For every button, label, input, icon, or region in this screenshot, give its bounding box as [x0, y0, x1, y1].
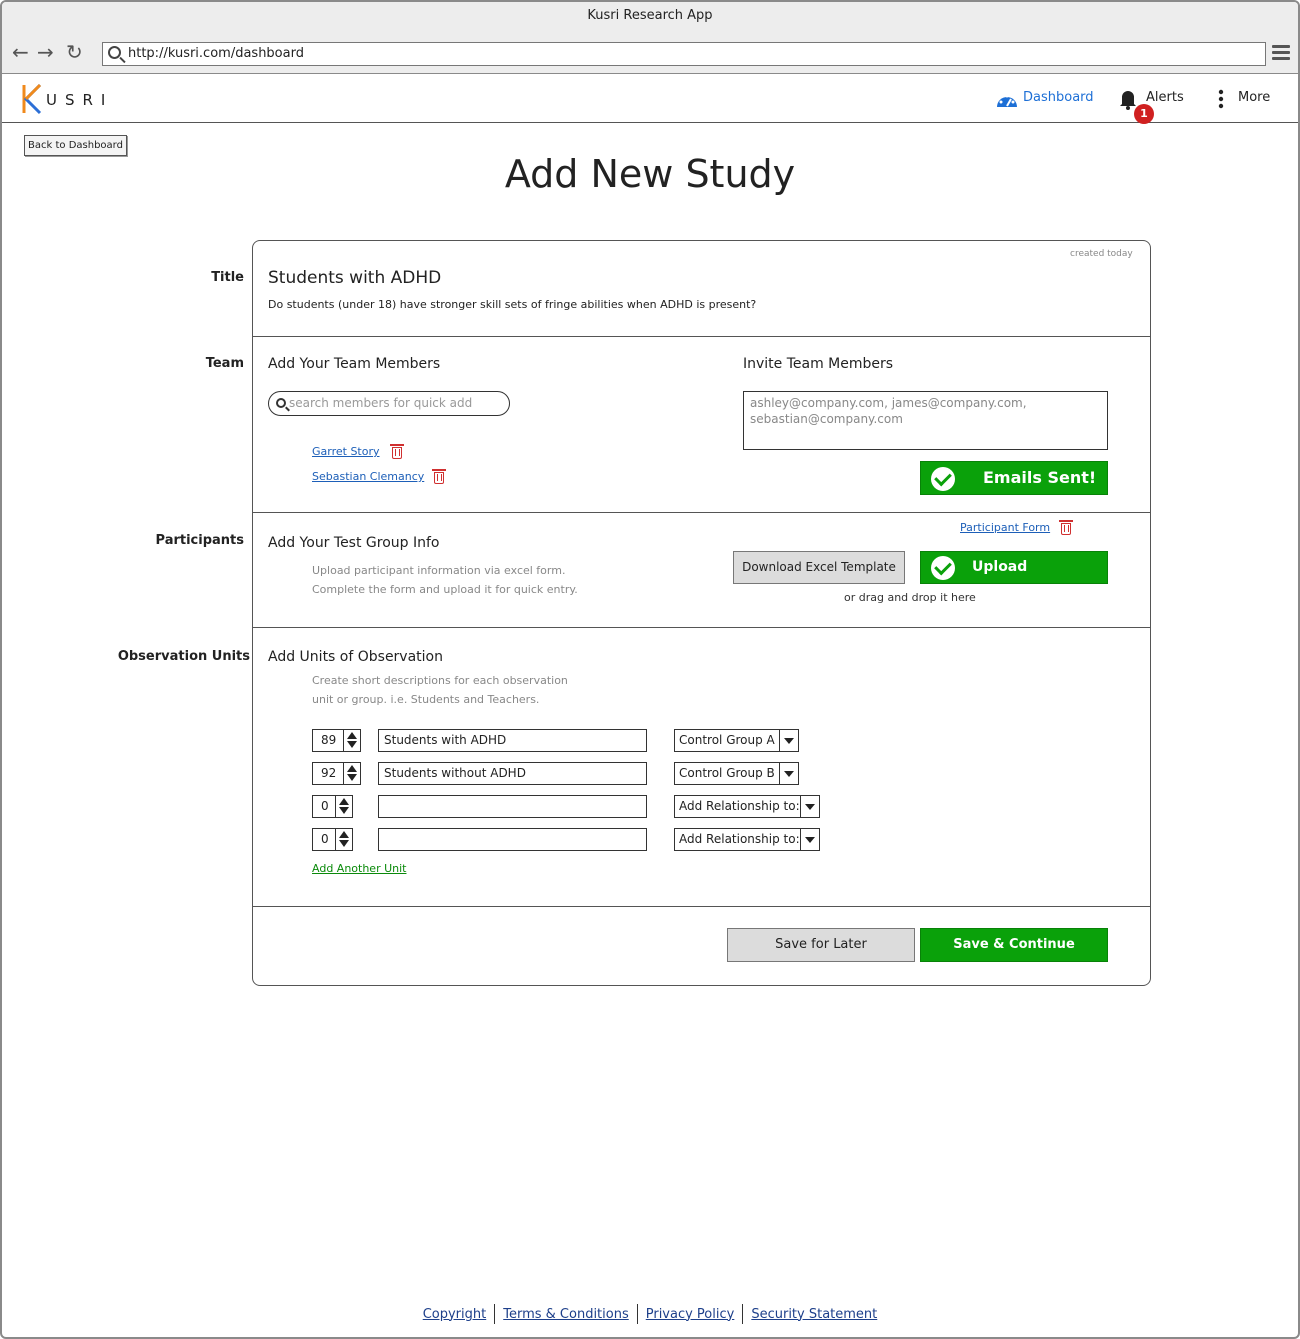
- save-continue-button[interactable]: Save & Continue: [920, 928, 1108, 962]
- relationship-value: Add Relationship to:: [679, 832, 800, 846]
- unit-count-stepper[interactable]: 92: [312, 762, 361, 785]
- relationship-value: Add Relationship to:: [679, 799, 800, 813]
- check-circle-icon: [931, 467, 955, 491]
- emails-sent-label: Emails Sent!: [983, 468, 1097, 487]
- relationship-value: Control Group B: [679, 766, 775, 780]
- url-bar[interactable]: http://kusri.com/dashboard: [102, 42, 1266, 66]
- study-question[interactable]: Do students (under 18) have stronger ski…: [268, 298, 756, 311]
- dashboard-gauge-icon: [997, 94, 1017, 107]
- unit-count-stepper[interactable]: 89: [312, 729, 361, 752]
- nav-more[interactable]: More: [1217, 89, 1271, 109]
- row-label-observation-units: Observation Units: [117, 649, 250, 664]
- more-vertical-icon: [1218, 89, 1224, 109]
- browser-window: Kusri Research App ← → ↻ http://kusri.co…: [0, 0, 1300, 1339]
- participants-help-1: Upload participant information via excel…: [312, 564, 566, 577]
- search-icon: [108, 46, 121, 59]
- unit-count-value: 89: [321, 733, 337, 747]
- delete-trash-icon[interactable]: [390, 444, 404, 459]
- logo-text: USRI: [46, 91, 114, 109]
- unit-count-stepper[interactable]: 0: [312, 795, 353, 818]
- member-search-input[interactable]: search members for quick add: [268, 391, 510, 416]
- logo-mark-icon: [22, 83, 42, 115]
- row-label-team: Team: [205, 356, 244, 371]
- chevron-down-icon: [779, 730, 798, 751]
- stepper-arrows-icon[interactable]: [335, 829, 352, 850]
- footer-link-privacy[interactable]: Privacy Policy: [638, 1307, 743, 1322]
- nav-more-label: More: [1238, 90, 1271, 105]
- browser-toolbar: ← → ↻ http://kusri.com/dashboard: [2, 32, 1298, 74]
- drag-drop-hint: or drag and drop it here: [844, 591, 976, 604]
- row-label-participants: Participants: [155, 533, 244, 548]
- page-title: Add New Study: [504, 152, 796, 196]
- bell-icon: [1120, 91, 1136, 110]
- url-text: http://kusri.com/dashboard: [128, 46, 304, 61]
- created-date: created today: [1070, 249, 1133, 259]
- chevron-down-icon: [779, 763, 798, 784]
- divider: [253, 906, 1150, 907]
- stepper-arrows-icon[interactable]: [343, 763, 360, 784]
- relationship-value: Control Group A: [679, 733, 775, 747]
- relationship-select[interactable]: Add Relationship to:: [674, 828, 820, 851]
- invite-emails-textarea[interactable]: ashley@company.com, james@company.com, s…: [743, 391, 1108, 450]
- app-header: USRI Dashboard 1 Alerts More: [2, 75, 1298, 124]
- back-arrow-icon[interactable]: ←: [12, 42, 29, 62]
- divider: [253, 627, 1150, 628]
- team-member-link[interactable]: Garret Story: [312, 445, 380, 458]
- unit-name-input[interactable]: [378, 795, 647, 818]
- unit-count-stepper[interactable]: 0: [312, 828, 353, 851]
- chevron-down-icon: [800, 829, 819, 850]
- nav-alerts-label: Alerts: [1146, 90, 1184, 105]
- delete-trash-icon[interactable]: [1059, 520, 1073, 535]
- nav-dashboard-label: Dashboard: [1023, 90, 1094, 105]
- divider: [253, 336, 1150, 337]
- chevron-down-icon: [800, 796, 819, 817]
- check-circle-icon: [931, 556, 955, 580]
- footer-link-security[interactable]: Security Statement: [743, 1307, 885, 1322]
- nav-alerts[interactable]: 1 Alerts: [1118, 90, 1184, 124]
- row-label-title: Title: [211, 270, 244, 285]
- forward-arrow-icon[interactable]: →: [37, 42, 54, 62]
- relationship-select[interactable]: Add Relationship to:: [674, 795, 820, 818]
- add-another-unit-link[interactable]: Add Another Unit: [312, 862, 406, 875]
- footer-link-terms[interactable]: Terms & Conditions: [495, 1307, 637, 1322]
- observation-help-1: Create short descriptions for each obser…: [312, 674, 568, 687]
- browser-menu-icon[interactable]: [1272, 45, 1290, 61]
- participant-form-link[interactable]: Participant Form: [960, 521, 1050, 534]
- invite-team-heading: Invite Team Members: [743, 356, 894, 372]
- upload-completed-button[interactable]: Upload Completed!: [920, 551, 1108, 606]
- emails-sent-button[interactable]: Emails Sent!: [920, 461, 1108, 495]
- reload-icon[interactable]: ↻: [66, 42, 83, 62]
- observation-help-2: unit or group. i.e. Students and Teacher…: [312, 693, 540, 706]
- kusri-logo[interactable]: USRI: [20, 83, 130, 115]
- unit-name-input[interactable]: Students without ADHD: [378, 762, 647, 785]
- participants-help-2: Complete the form and upload it for quic…: [312, 583, 578, 596]
- stepper-arrows-icon[interactable]: [343, 730, 360, 751]
- relationship-select[interactable]: Control Group A: [674, 729, 799, 752]
- observation-heading: Add Units of Observation: [268, 649, 443, 665]
- save-for-later-button[interactable]: Save for Later: [727, 928, 915, 962]
- unit-name-input[interactable]: Students with ADHD: [378, 729, 647, 752]
- footer-link-copyright[interactable]: Copyright: [415, 1307, 495, 1322]
- alerts-count-badge: 1: [1134, 104, 1154, 124]
- unit-count-value: 92: [321, 766, 337, 780]
- search-icon: [276, 398, 286, 408]
- divider: [253, 512, 1150, 513]
- member-search-placeholder: search members for quick add: [289, 396, 473, 410]
- stepper-arrows-icon[interactable]: [335, 796, 352, 817]
- unit-count-value: 0: [321, 832, 329, 846]
- window-title: Kusri Research App: [587, 8, 713, 23]
- study-title[interactable]: Students with ADHD: [268, 268, 441, 288]
- delete-trash-icon[interactable]: [432, 469, 446, 484]
- window-titlebar: Kusri Research App: [2, 2, 1298, 32]
- upload-completed-label: Upload Completed!: [972, 559, 1064, 606]
- add-team-heading: Add Your Team Members: [268, 356, 441, 372]
- unit-count-value: 0: [321, 799, 329, 813]
- unit-name-input[interactable]: [378, 828, 647, 851]
- team-member-link[interactable]: Sebastian Clemancy: [312, 470, 424, 483]
- nav-dashboard[interactable]: Dashboard: [995, 90, 1094, 107]
- test-group-heading: Add Your Test Group Info: [268, 535, 440, 551]
- download-template-button[interactable]: Download Excel Template: [733, 551, 905, 584]
- footer-links: Copyright Terms & Conditions Privacy Polic…: [2, 1304, 1298, 1324]
- relationship-select[interactable]: Control Group B: [674, 762, 799, 785]
